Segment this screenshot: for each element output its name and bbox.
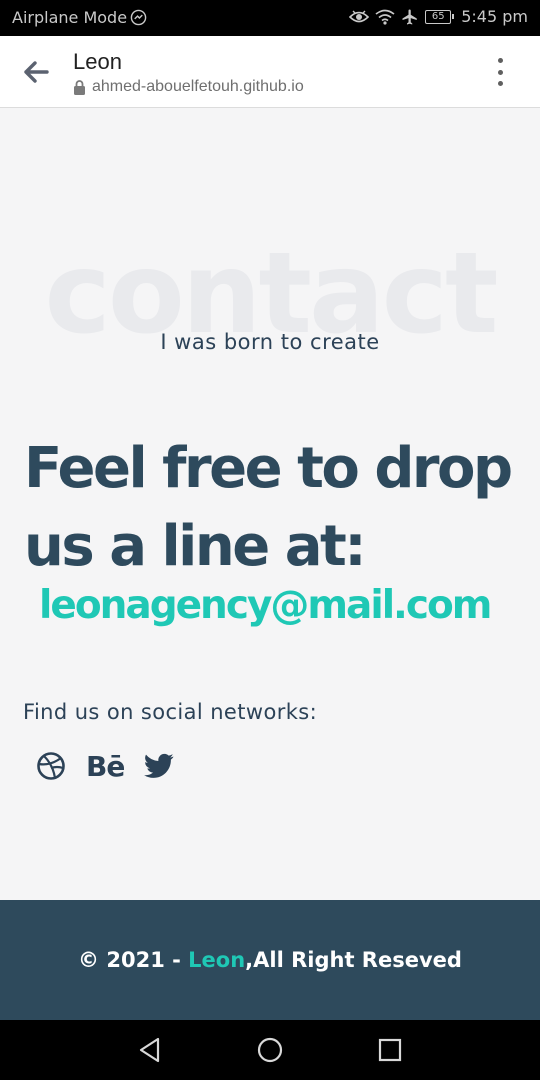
twitter-link[interactable]	[144, 748, 174, 784]
battery-icon: 65	[425, 9, 455, 24]
url-text: ahmed-abouelfetouh.github.io	[92, 78, 304, 95]
headline-line-1: Feel free to drop	[24, 436, 513, 501]
more-options-button[interactable]	[488, 58, 512, 86]
status-bar: Airplane Mode 65 5:45 pm	[0, 0, 540, 36]
section-subtitle: I was born to create	[160, 330, 380, 354]
navigation-bar	[0, 1020, 540, 1080]
contact-headline: Feel free to drop us a line at:	[24, 430, 524, 586]
triangle-back-icon	[139, 1037, 160, 1063]
page-title: Leon	[73, 49, 122, 74]
circle-home-icon	[257, 1037, 283, 1063]
copyright-prefix: © 2021 -	[78, 948, 189, 972]
nav-back-button[interactable]	[134, 1034, 166, 1066]
social-links: Bē	[36, 748, 174, 784]
menu-dot	[497, 69, 503, 75]
battery-level: 65	[431, 10, 445, 22]
dribbble-icon	[37, 752, 65, 780]
headline-line-2: us a line at:	[24, 514, 367, 579]
menu-dot	[497, 58, 503, 63]
url-row[interactable]: ahmed-abouelfetouh.github.io	[73, 78, 304, 96]
behance-link[interactable]: Bē	[86, 748, 125, 784]
social-label: Find us on social networks:	[23, 700, 318, 724]
status-right: 65 5:45 pm	[349, 7, 528, 26]
status-time: 5:45 pm	[461, 7, 528, 26]
messenger-icon	[130, 9, 147, 26]
back-button[interactable]	[20, 56, 52, 88]
footer: © 2021 - Leon,All Right Reseved	[0, 900, 540, 1020]
dribbble-link[interactable]	[36, 748, 66, 784]
arrow-left-icon	[24, 61, 49, 83]
status-left: Airplane Mode	[12, 8, 147, 27]
airplane-icon	[402, 9, 417, 24]
lock-icon	[74, 79, 85, 95]
footer-copyright: © 2021 - Leon,All Right Reseved	[78, 948, 462, 972]
wifi-icon	[375, 9, 395, 25]
square-recents-icon	[378, 1038, 402, 1062]
nav-home-button[interactable]	[254, 1034, 286, 1066]
twitter-icon	[144, 753, 174, 778]
eye-icon	[349, 10, 370, 22]
footer-brand: Leon	[188, 948, 246, 972]
nav-recents-button[interactable]	[374, 1034, 406, 1066]
menu-dot	[497, 81, 503, 86]
airplane-mode-label: Airplane Mode	[12, 8, 128, 27]
copyright-suffix: ,All Right Reseved	[245, 948, 462, 972]
browser-toolbar: Leon ahmed-abouelfetouh.github.io	[0, 36, 540, 108]
email-link[interactable]: leonagency@mail.com	[39, 583, 492, 628]
behance-icon: Bē	[86, 749, 125, 783]
